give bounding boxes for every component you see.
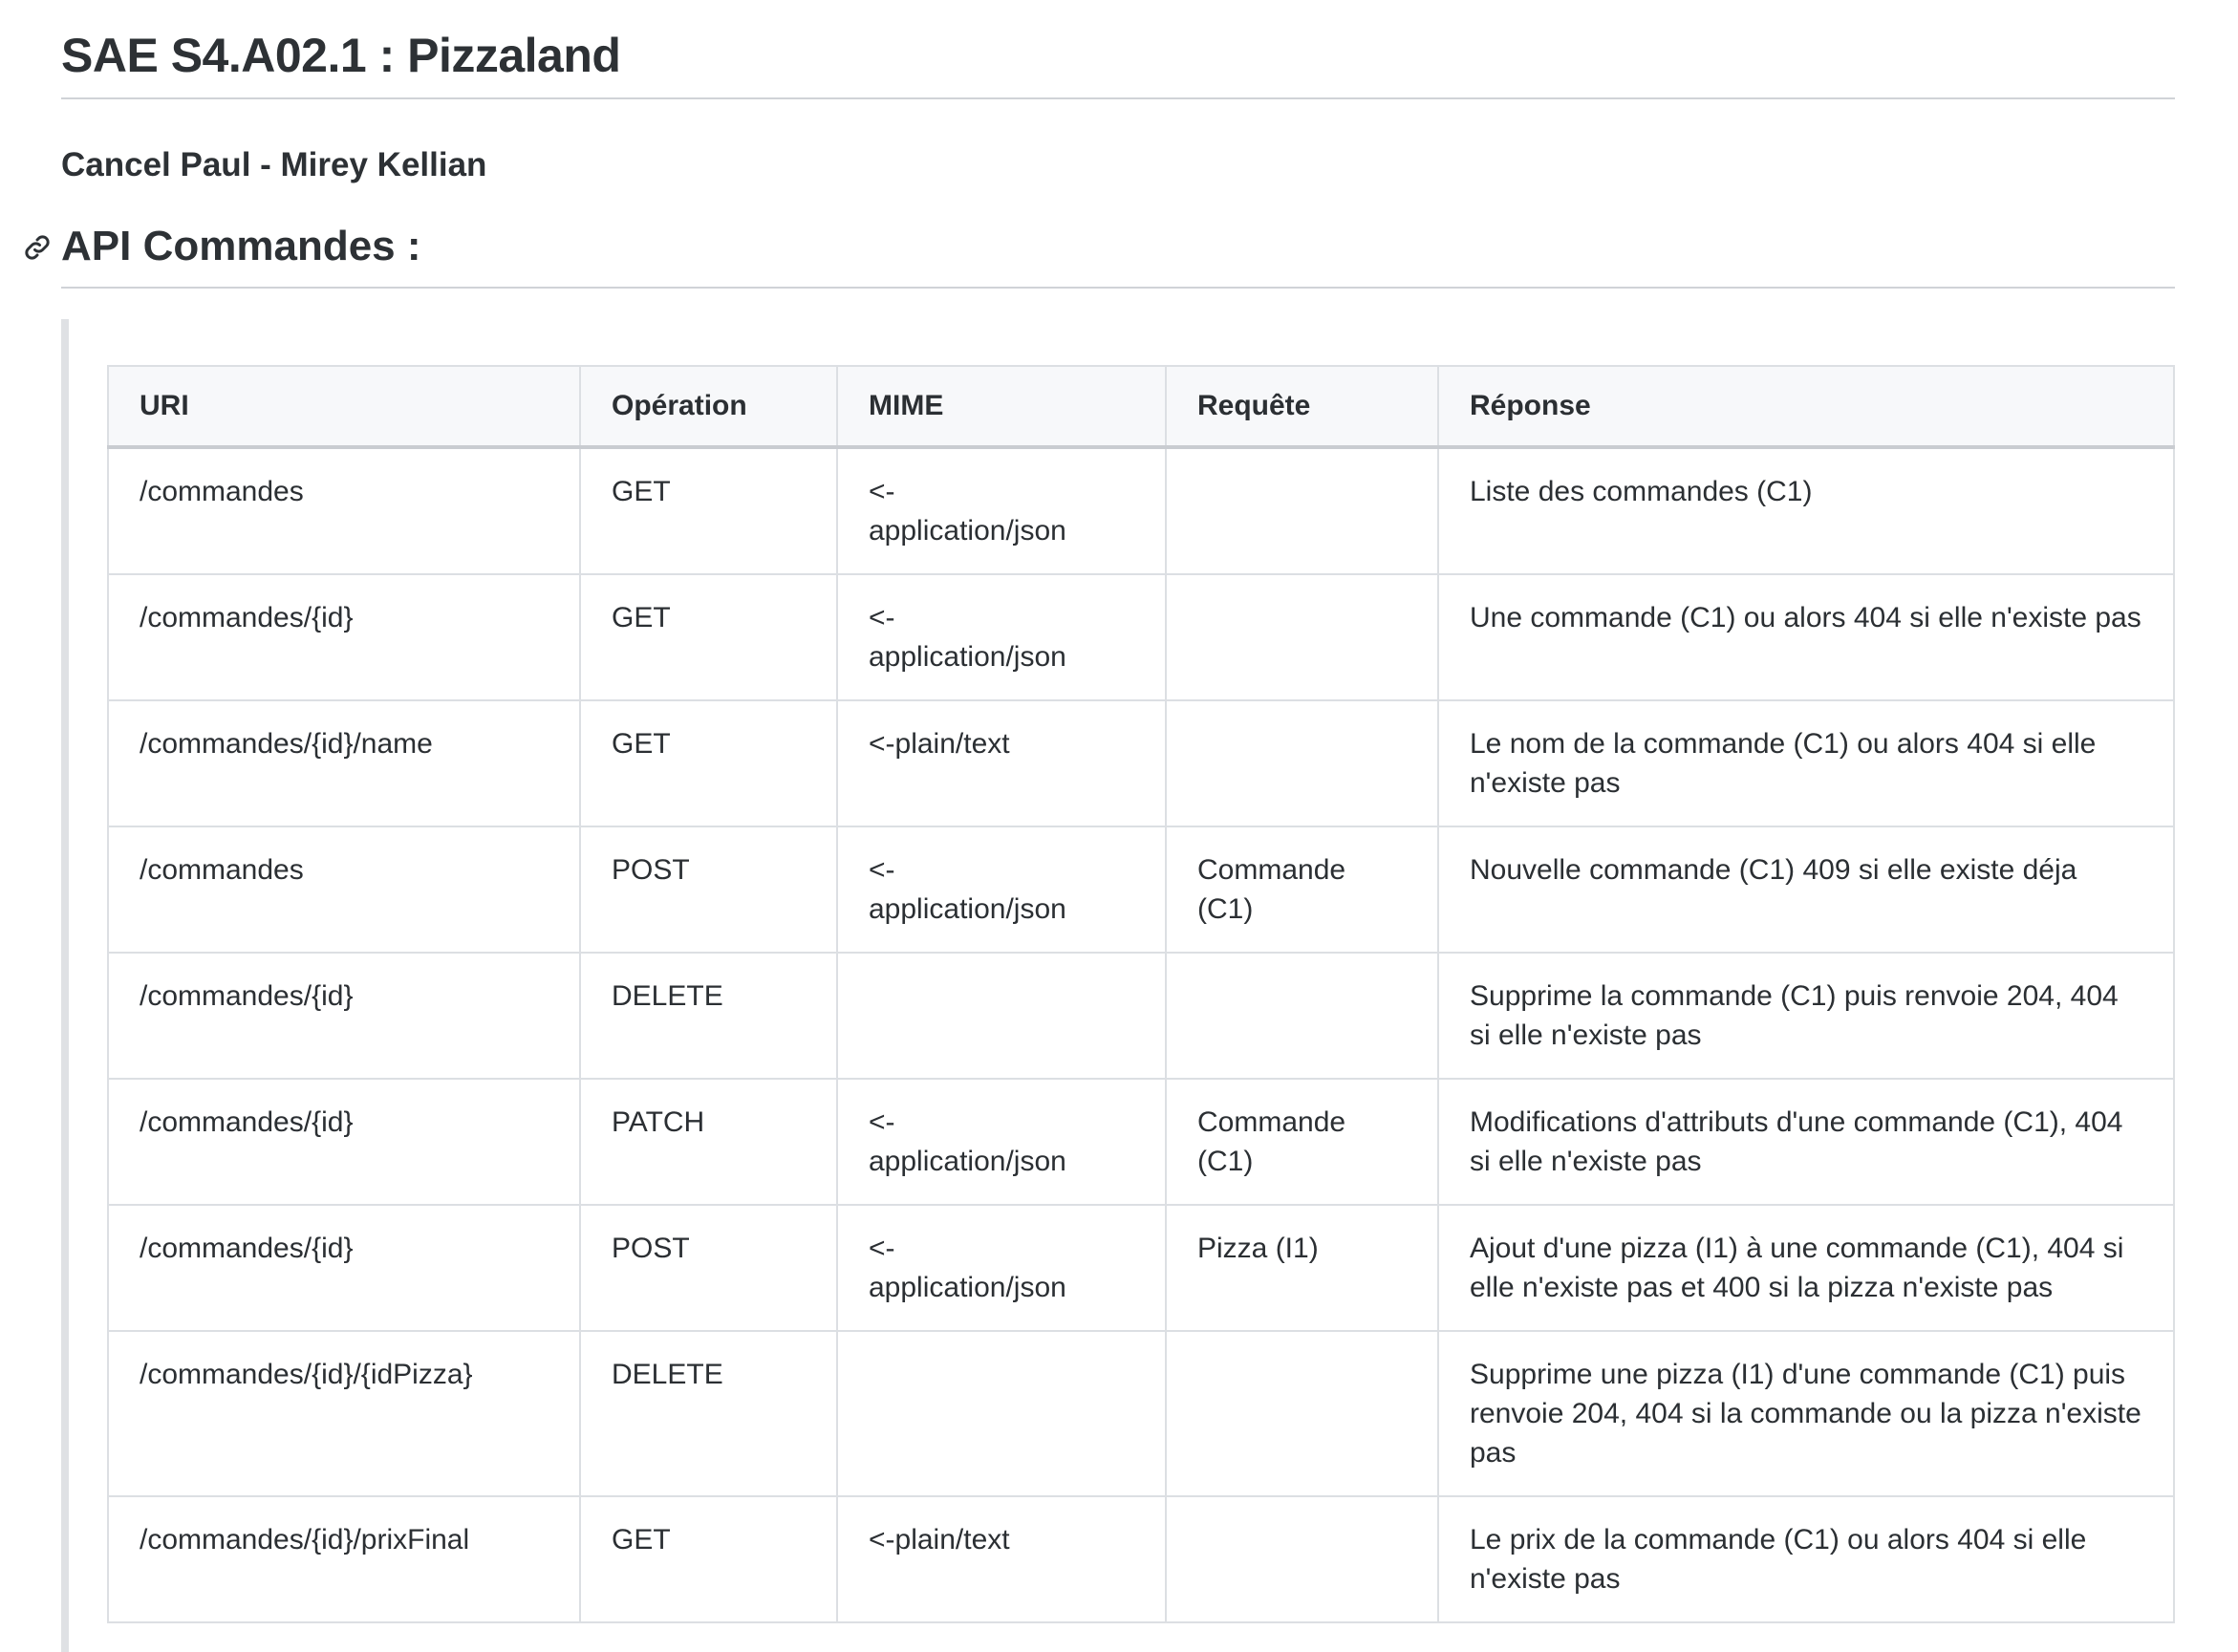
- cell-mime: [836, 1330, 1167, 1497]
- section-heading-api-commandes: API Commandes :: [25, 220, 2175, 289]
- cell-mime: <- application/json: [836, 573, 1167, 701]
- cell-uri: /commandes/{id}: [107, 1204, 581, 1332]
- cell-response: Nouvelle commande (C1) 409 si elle exist…: [1437, 826, 2175, 954]
- cell-mime: <- application/json: [836, 1204, 1167, 1332]
- cell-mime: <-plain/text: [836, 1495, 1167, 1623]
- cell-operation: GET: [579, 573, 838, 701]
- section-title: API Commandes :: [61, 223, 421, 269]
- cell-uri: /commandes/{id}: [107, 952, 581, 1080]
- link-icon[interactable]: [23, 233, 52, 262]
- cell-uri: /commandes/{id}: [107, 1078, 581, 1206]
- header-operation: Opération: [579, 365, 838, 449]
- table-row: /commandes/{id} POST <- application/json…: [107, 1204, 2175, 1332]
- cell-uri: /commandes: [107, 446, 581, 575]
- table-row: /commandes/{id} DELETE Supprime la comma…: [107, 952, 2175, 1080]
- cell-mime: [836, 952, 1167, 1080]
- table-row: /commandes/{id}/name GET <-plain/text Le…: [107, 699, 2175, 827]
- table-row: /commandes/{id}/{idPizza} DELETE Supprim…: [107, 1330, 2175, 1497]
- cell-response: Le nom de la commande (C1) ou alors 404 …: [1437, 699, 2175, 827]
- cell-request: [1165, 699, 1439, 827]
- cell-request: Commande (C1): [1165, 1078, 1439, 1206]
- table-row: /commandes/{id}/prixFinal GET <-plain/te…: [107, 1495, 2175, 1623]
- cell-request: [1165, 952, 1439, 1080]
- cell-uri: /commandes/{id}/{idPizza}: [107, 1330, 581, 1497]
- cell-response: Modifications d'attributs d'une commande…: [1437, 1078, 2175, 1206]
- cell-response: Liste des commandes (C1): [1437, 446, 2175, 575]
- cell-response: Le prix de la commande (C1) ou alors 404…: [1437, 1495, 2175, 1623]
- page-title: SAE S4.A02.1 : Pizzaland: [61, 0, 2175, 99]
- table-row: /commandes/{id} PATCH <- application/jso…: [107, 1078, 2175, 1206]
- cell-operation: DELETE: [579, 952, 838, 1080]
- cell-uri: /commandes/{id}/name: [107, 699, 581, 827]
- cell-mime: <- application/json: [836, 826, 1167, 954]
- table-header-row: URI Opération MIME Requête Réponse: [107, 365, 2175, 449]
- api-commands-table: URI Opération MIME Requête Réponse /comm…: [107, 365, 2175, 1623]
- cell-uri: /commandes: [107, 826, 581, 954]
- cell-response: Ajout d'une pizza (I1) à une commande (C…: [1437, 1204, 2175, 1332]
- cell-response: Une commande (C1) ou alors 404 si elle n…: [1437, 573, 2175, 701]
- header-response: Réponse: [1437, 365, 2175, 449]
- authors-line: Cancel Paul - Mirey Kellian: [61, 146, 487, 183]
- cell-request: [1165, 1330, 1439, 1497]
- cell-mime: <-plain/text: [836, 699, 1167, 827]
- table-row: /commandes/{id} GET <- application/json …: [107, 573, 2175, 701]
- header-mime: MIME: [836, 365, 1167, 449]
- cell-response: Supprime la commande (C1) puis renvoie 2…: [1437, 952, 2175, 1080]
- cell-operation: GET: [579, 1495, 838, 1623]
- document-page: SAE S4.A02.1 : Pizzaland Cancel Paul - M…: [25, 0, 2175, 1652]
- header-request: Requête: [1165, 365, 1439, 449]
- cell-request: Pizza (I1): [1165, 1204, 1439, 1332]
- table-row: /commandes POST <- application/json Comm…: [107, 826, 2175, 954]
- cell-operation: GET: [579, 446, 838, 575]
- table-row: /commandes GET <- application/json Liste…: [107, 446, 2175, 575]
- cell-mime: <- application/json: [836, 446, 1167, 575]
- cell-request: [1165, 1495, 1439, 1623]
- cell-request: [1165, 573, 1439, 701]
- cell-mime: <- application/json: [836, 1078, 1167, 1206]
- cell-operation: DELETE: [579, 1330, 838, 1497]
- cell-operation: POST: [579, 1204, 838, 1332]
- cell-operation: POST: [579, 826, 838, 954]
- cell-uri: /commandes/{id}: [107, 573, 581, 701]
- cell-request: [1165, 446, 1439, 575]
- cell-operation: GET: [579, 699, 838, 827]
- cell-operation: PATCH: [579, 1078, 838, 1206]
- cell-request: Commande (C1): [1165, 826, 1439, 954]
- cell-response: Supprime une pizza (I1) d'une commande (…: [1437, 1330, 2175, 1497]
- cell-uri: /commandes/{id}/prixFinal: [107, 1495, 581, 1623]
- header-uri: URI: [107, 365, 581, 449]
- blockquote: URI Opération MIME Requête Réponse /comm…: [61, 319, 2175, 1652]
